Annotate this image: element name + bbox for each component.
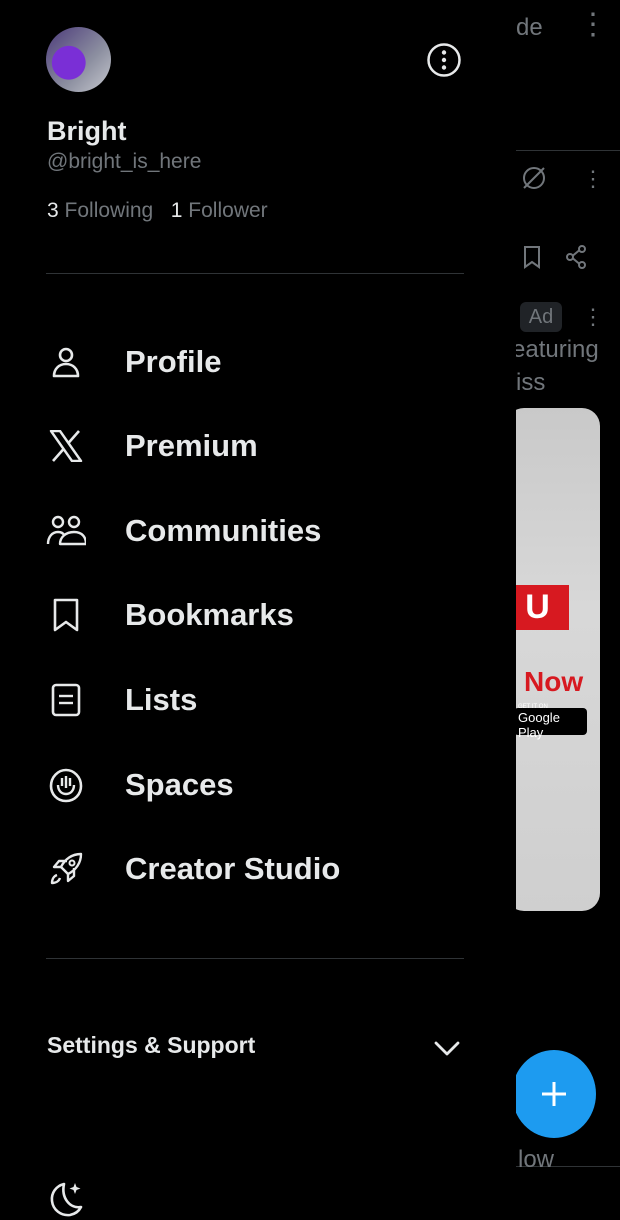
following-label: Following <box>64 199 154 222</box>
menu-item-communities[interactable]: Communities <box>0 489 516 573</box>
navigation-drawer: Bright @bright_is_here 3 Following 1 Fol… <box>0 0 516 1217</box>
menu-item-spaces[interactable]: Spaces <box>0 743 516 827</box>
user-handle: @bright_is_here <box>47 150 202 173</box>
ad-text-line-1: eaturing <box>516 336 599 363</box>
menu-label-creator-studio: Creator Studio <box>125 851 341 886</box>
list-icon <box>46 680 86 720</box>
menu-label-lists: Lists <box>125 682 198 717</box>
person-icon <box>46 342 86 382</box>
account-options-button[interactable] <box>426 42 462 78</box>
chevron-down-icon[interactable] <box>432 1035 462 1061</box>
follower-count: 1 <box>170 199 183 222</box>
feed-no-sync-icon[interactable] <box>520 164 548 192</box>
ad-now-text: Now <box>524 666 584 697</box>
bookmark-icon <box>46 595 86 635</box>
moon-sparkle-icon <box>50 1182 83 1217</box>
followers-link[interactable]: 1 Follower <box>171 199 268 222</box>
menu-item-lists[interactable]: Lists <box>0 658 516 742</box>
ad-red-banner: U <box>516 585 569 630</box>
feed-post-more-icon[interactable]: ⋮ <box>582 168 604 190</box>
x-logo-icon <box>46 426 86 466</box>
feed-bottom-fragment: low <box>518 1146 555 1173</box>
follower-label: Follower <box>188 199 268 222</box>
spaces-icon <box>46 765 86 805</box>
ad-image[interactable]: U Now GET IT ON Google Play <box>516 408 600 911</box>
avatar[interactable] <box>46 27 111 92</box>
menu-label-communities: Communities <box>125 513 322 548</box>
feed-more-icon[interactable]: ⋮ <box>578 10 608 40</box>
following-count: 3 <box>47 199 59 222</box>
following-link[interactable]: 3 Following <box>47 199 153 222</box>
settings-support-toggle[interactable]: Settings & Support <box>47 1032 255 1059</box>
menu-label-profile: Profile <box>125 344 222 379</box>
menu-label-premium: Premium <box>125 428 258 463</box>
menu-item-premium[interactable]: Premium <box>0 404 516 488</box>
divider-top <box>46 273 464 274</box>
ad-badge: Ad <box>520 302 562 332</box>
feed-divider <box>516 150 620 151</box>
communities-icon <box>46 511 86 551</box>
menu-item-bookmarks[interactable]: Bookmarks <box>0 573 516 657</box>
feed-header-fragment: de <box>516 14 543 41</box>
display-name[interactable]: Bright <box>47 116 126 147</box>
more-options-icon <box>427 43 461 77</box>
google-play-label: Google Play <box>518 709 560 740</box>
google-play-badge: GET IT ON Google Play <box>516 704 587 740</box>
compose-fab[interactable] <box>516 1050 596 1138</box>
ad-text-line-2: iss <box>516 369 546 396</box>
divider-bottom <box>46 958 464 959</box>
follow-stats: 3 Following 1 Follower <box>47 199 268 223</box>
menu-label-spaces: Spaces <box>125 767 234 802</box>
ad-more-icon[interactable]: ⋮ <box>582 306 604 328</box>
menu-item-creator-studio[interactable]: Creator Studio <box>0 827 516 911</box>
menu-label-bookmarks: Bookmarks <box>125 597 294 632</box>
menu-item-profile[interactable]: Profile <box>0 320 516 404</box>
plus-icon <box>542 1082 566 1106</box>
theme-toggle-button[interactable] <box>46 1180 86 1220</box>
background-feed: de ⋮ ⋮ Ad ⋮ eaturing iss U Now GET IT ON… <box>516 0 620 1199</box>
rocket-icon <box>46 849 86 889</box>
feed-share-icon[interactable] <box>564 244 588 270</box>
feed-bookmark-icon[interactable] <box>522 245 542 269</box>
